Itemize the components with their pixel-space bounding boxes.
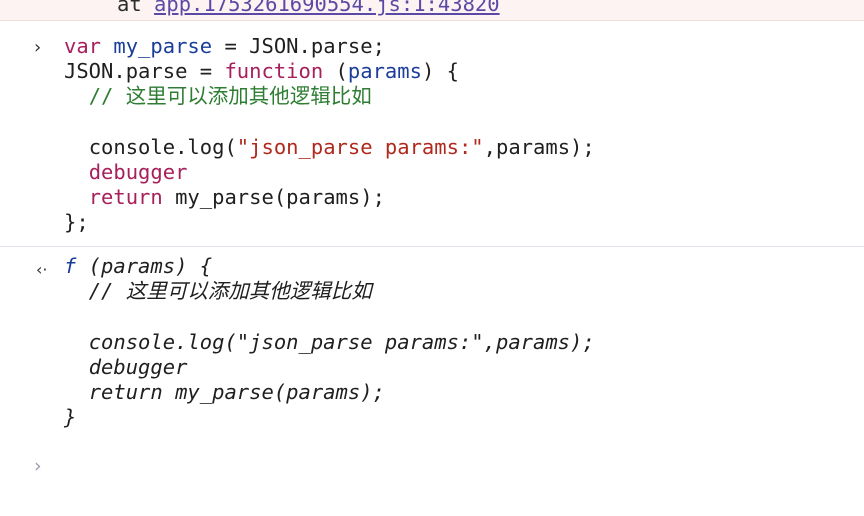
code-line: debugger [64,355,595,380]
code-text: ) { [421,59,459,84]
code-text: }; [64,210,89,235]
code-line: return my_parse(params); [64,380,595,405]
input-code[interactable]: var my_parse = JSON.parse; JSON.parse = f… [64,34,595,236]
stack-trace-line: at app.1753261690554.js:1:43820 [117,0,500,17]
code-line: JSON.parse = function (params) { [64,59,595,84]
code-text: // 这里可以添加其他逻辑比如 [88,279,372,304]
code-line: return my_parse(params); [64,185,595,210]
error-message: at app.1753261690554.js:1:43820 [0,0,864,21]
code-line: }; [64,210,595,235]
keyword: debugger [88,159,188,184]
keyword: return [88,185,163,210]
code-line: var my_parse = JSON.parse; [64,34,595,59]
console-result-entry: ‹· f (params) { // 这里可以添加其他逻辑比如 console.… [0,247,864,443]
function-symbol: f [64,254,77,278]
keyword: var [64,34,102,58]
code-line: f (params) { [64,254,595,279]
result-code[interactable]: f (params) { // 这里可以添加其他逻辑比如 console.log… [64,254,595,430]
code-text: } [64,405,77,430]
variable-name: my_parse [113,34,213,58]
code-text: JSON.parse = [64,59,225,84]
code-line: console.log("json_parse params:",params)… [64,135,595,160]
code-line: debugger [64,160,595,185]
code-line: } [64,405,595,430]
stack-at: at [117,0,142,16]
parameter: params [347,59,422,84]
comment: // 这里可以添加其他逻辑比如 [88,84,372,109]
console-panel: at app.1753261690554.js:1:43820 › var my… [0,0,864,516]
code-line: // 这里可以添加其他逻辑比如 [64,279,595,304]
code-text: console.log("json_parse params:",params)… [88,329,595,354]
console-input-entry: › var my_parse = JSON.parse; JSON.parse =… [0,20,864,247]
code-line: // 这里可以添加其他逻辑比如 [64,84,595,109]
code-text: (params) { [76,254,213,278]
console-prompt[interactable]: › [0,443,864,513]
keyword: function [224,59,324,84]
source-link[interactable]: app.1753261690554.js:1:43820 [154,0,500,16]
string-literal: "json_parse params:" [236,134,484,159]
code-line: console.log("json_parse params:",params)… [64,330,595,355]
code-text: console.log( [88,134,237,159]
code-text: return my_parse(params); [88,379,385,404]
input-chevron-icon: › [34,37,42,58]
result-arrow-icon: ‹· [36,260,48,279]
code-text: ,params); [483,134,595,159]
code-text: debugger [88,354,188,379]
prompt-chevron-icon: › [34,455,42,477]
code-text: my_parse(params); [162,185,385,210]
code-text: ( [323,59,348,84]
code-text: = JSON.parse; [212,34,385,58]
